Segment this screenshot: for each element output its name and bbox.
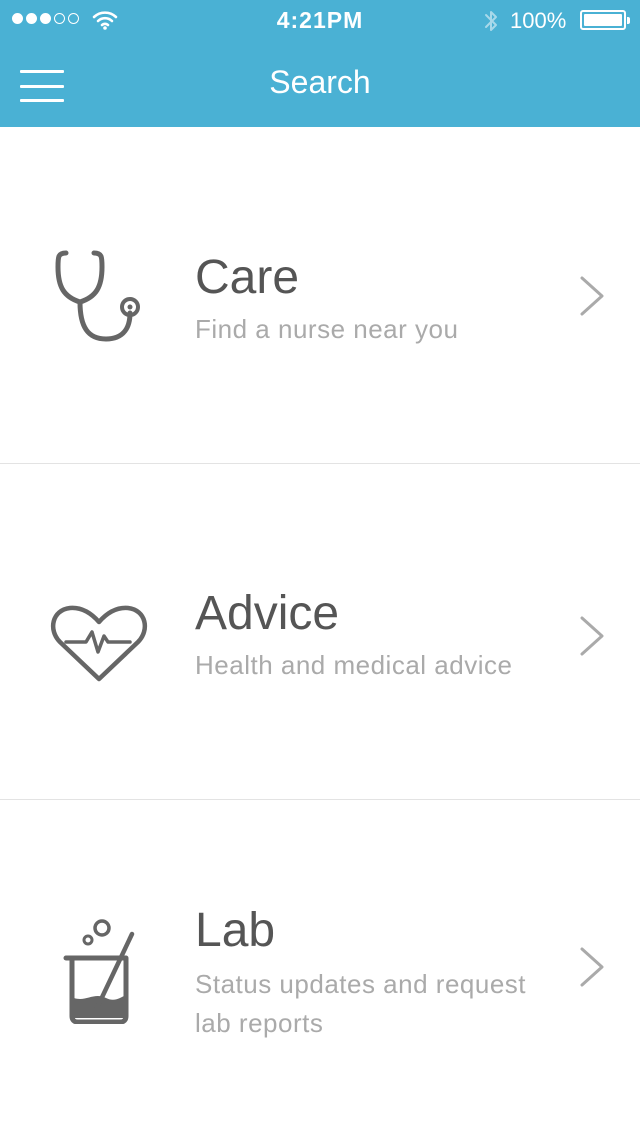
bluetooth-icon [485, 11, 497, 31]
stethoscope-icon [55, 250, 140, 342]
battery-percentage: 100% [510, 8, 567, 33]
row-subtitle: Status updates and request lab reports [195, 969, 527, 1038]
row-subtitle: Find a nurse near you [195, 314, 459, 344]
chevron-right-icon [580, 616, 604, 656]
heart-pulse-icon [50, 605, 148, 682]
battery-icon [580, 10, 630, 30]
status-bar: 4:21PM 100% [0, 0, 640, 40]
chevron-right-icon [580, 276, 604, 316]
row-subtitle: Health and medical advice [195, 650, 513, 680]
list-item-advice[interactable]: Advice Health and medical advice [0, 464, 640, 800]
page-title: Search [269, 64, 371, 100]
row-title: Care [195, 251, 300, 304]
lab-beaker-icon [63, 919, 135, 1024]
row-title: Lab [195, 904, 276, 957]
chevron-right-icon [580, 947, 604, 987]
list-item-lab[interactable]: Lab Status updates and request lab repor… [0, 800, 640, 1136]
list-item-care[interactable]: Care Find a nurse near you [0, 127, 640, 464]
header-bar: 4:21PM 100% Search [0, 0, 640, 127]
row-title: Advice [195, 587, 340, 640]
